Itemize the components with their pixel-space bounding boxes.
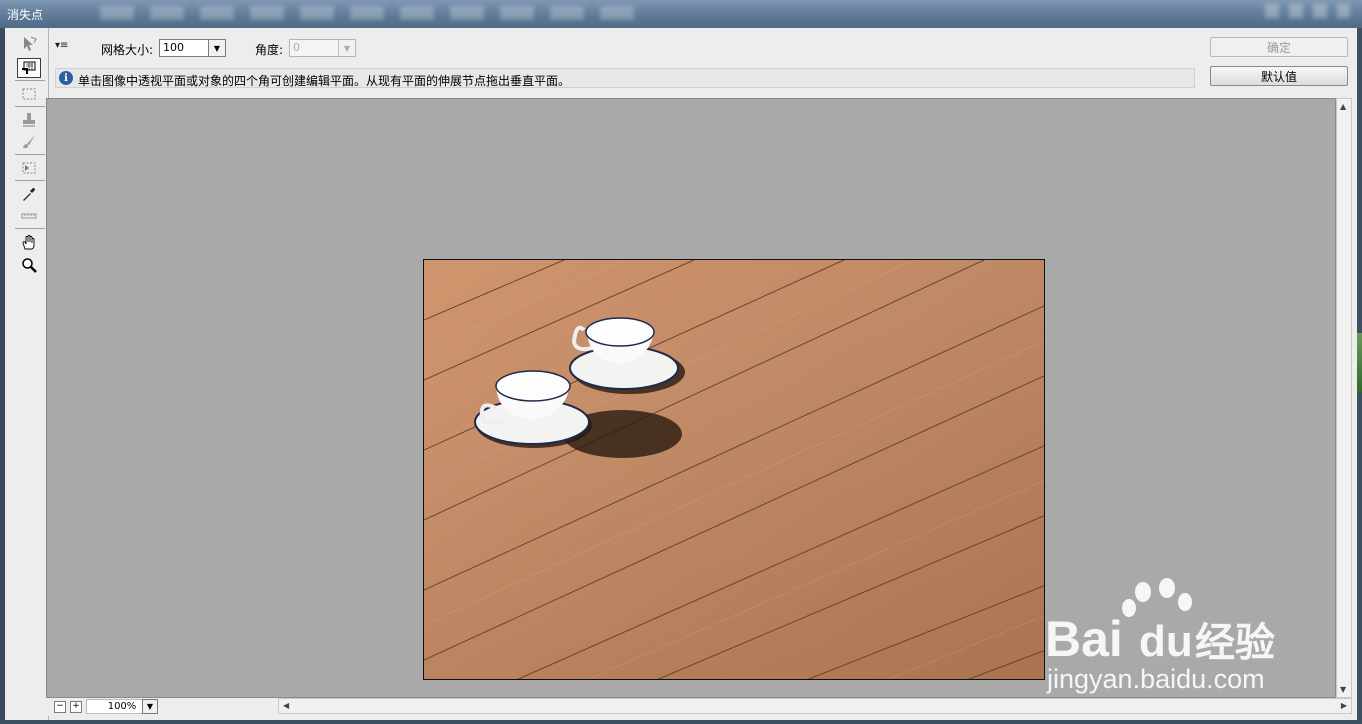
default-button[interactable]: 默认值 xyxy=(1210,66,1348,86)
zoom-tool-icon[interactable] xyxy=(17,255,41,275)
window-controls-blur xyxy=(1265,4,1350,18)
tool-separator xyxy=(15,106,45,107)
angle-value[interactable]: 0 xyxy=(293,41,300,54)
watermark-url: jingyan.baidu.com xyxy=(1046,664,1265,694)
zoom-out-button[interactable]: − xyxy=(54,701,66,713)
panel-menu-icon[interactable]: ▾≡ xyxy=(55,40,68,51)
horizontal-scrollbar[interactable]: ◀ ▶ xyxy=(278,698,1352,714)
tool-separator xyxy=(15,80,45,81)
brush-tool-icon[interactable] xyxy=(17,132,41,152)
wood-floor-photo[interactable] xyxy=(423,259,1045,680)
tool-strip xyxy=(10,28,49,720)
eyedropper-tool-icon[interactable] xyxy=(17,184,41,204)
watermark-brand: Bai xyxy=(1045,611,1123,667)
title-bar: 消失点 xyxy=(0,0,1362,28)
window-bottom-edge xyxy=(0,720,1362,724)
watermark-cn: 经验 xyxy=(1195,620,1275,666)
create-plane-tool-icon[interactable] xyxy=(17,58,41,78)
zoom-in-button[interactable]: + xyxy=(70,701,82,713)
angle-label: 角度: xyxy=(255,43,284,57)
grid-size-label: 网格大小: xyxy=(101,43,154,57)
info-message: 单击图像中透视平面或对象的四个角可创建编辑平面。从现有平面的伸展节点拖出垂直平面… xyxy=(78,74,571,88)
status-bar: − + 100% ▼ ◀ ▶ xyxy=(46,698,1352,716)
vertical-scrollbar[interactable]: ▲ ▼ xyxy=(1336,98,1352,698)
grid-size-combo[interactable]: 100 ▼ xyxy=(159,39,226,57)
photo-image xyxy=(424,260,1044,679)
angle-combo[interactable]: 0 ▼ xyxy=(289,39,356,57)
tool-separator xyxy=(15,180,45,181)
background-taskbar-blur xyxy=(100,6,640,20)
scroll-left-icon[interactable]: ◀ xyxy=(283,701,289,710)
window-right-edge xyxy=(1357,28,1362,720)
tool-separator xyxy=(15,228,45,229)
edit-plane-tool-icon[interactable] xyxy=(17,34,41,54)
window-title: 消失点 xyxy=(7,8,44,22)
baidu-jingyan-watermark: Bai du 经验 jingyan.baidu.com xyxy=(1045,578,1305,698)
info-icon: i xyxy=(59,71,73,85)
info-bar: i 单击图像中透视平面或对象的四个角可创建编辑平面。从现有平面的伸展节点拖出垂直… xyxy=(55,68,1195,88)
marquee-tool-icon[interactable] xyxy=(17,84,41,104)
scroll-down-icon[interactable]: ▼ xyxy=(1340,685,1346,694)
stamp-tool-icon[interactable] xyxy=(17,110,41,130)
chevron-down-icon[interactable]: ▼ xyxy=(142,699,158,714)
tool-separator xyxy=(15,154,45,155)
hand-tool-icon[interactable] xyxy=(17,232,41,252)
chevron-down-icon[interactable]: ▼ xyxy=(208,40,225,56)
chevron-down-icon[interactable]: ▼ xyxy=(338,40,355,56)
scroll-up-icon[interactable]: ▲ xyxy=(1340,102,1346,111)
background-window-accent xyxy=(1357,333,1362,393)
measure-tool-icon[interactable] xyxy=(17,206,41,226)
ok-button[interactable]: 确定 xyxy=(1210,37,1348,57)
scroll-right-icon[interactable]: ▶ xyxy=(1341,701,1347,710)
transform-tool-icon[interactable] xyxy=(17,158,41,178)
watermark-brand2: du xyxy=(1139,617,1193,666)
grid-size-value[interactable]: 100 xyxy=(163,41,184,54)
